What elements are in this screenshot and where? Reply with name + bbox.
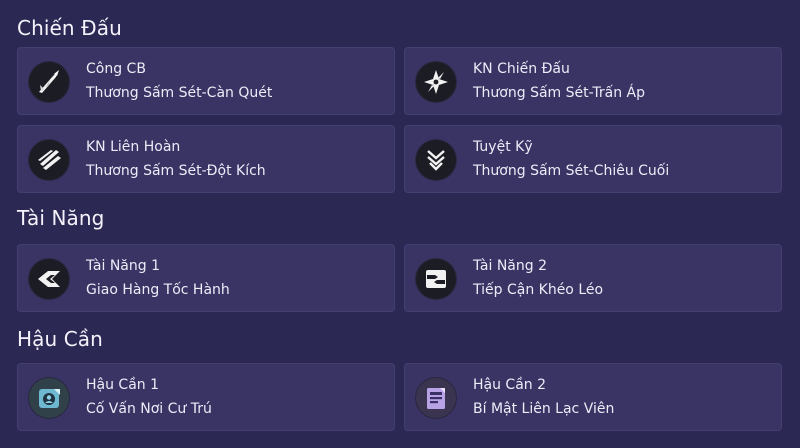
skill-card-basic-attack[interactable]: Công CB Thương Sấm Sét-Càn Quét (17, 47, 395, 115)
skill-type-label: Tuyệt Kỹ (473, 139, 533, 155)
skill-name: Thương Sấm Sét-Đột Kích (86, 163, 266, 179)
talent-label: Tài Năng 1 (86, 258, 161, 274)
skill-name: Thương Sấm Sét-Chiêu Cuối (473, 163, 670, 179)
section-title-logistics: Hậu Cần (17, 327, 103, 351)
logistics-card-1[interactable]: Hậu Cần 1 Cố Vấn Nơi Cư Trú (17, 363, 395, 431)
talent-label: Tài Năng 2 (473, 258, 548, 274)
skill-type-label: KN Liên Hoàn (86, 139, 181, 155)
logistics-label: Hậu Cần 1 (86, 377, 160, 393)
talent-card-1[interactable]: Tài Năng 1 Giao Hàng Tốc Hành (17, 244, 395, 312)
talent-name: Giao Hàng Tốc Hành (86, 282, 230, 298)
stacked-arrows-icon (416, 259, 456, 299)
logistics-name: Cố Vấn Nơi Cư Trú (86, 401, 212, 417)
skill-name: Thương Sấm Sét-Trấn Áp (473, 85, 645, 101)
skill-card-combo-skill[interactable]: KN Liên Hoàn Thương Sấm Sét-Đột Kích (17, 125, 395, 193)
talent-name: Tiếp Cận Khéo Léo (473, 282, 604, 298)
logistics-name: Bí Mật Liên Lạc Viên (473, 401, 615, 417)
spear-slash-icon (29, 62, 69, 102)
triple-slash-icon (29, 140, 69, 180)
express-arrow-icon (29, 259, 69, 299)
skill-type-label: KN Chiến Đấu (473, 61, 570, 77)
secret-document-icon (416, 378, 456, 418)
logistics-label: Hậu Cần 2 (473, 377, 547, 393)
skill-type-label: Công CB (86, 61, 146, 77)
section-title-talents: Tài Năng (17, 206, 105, 230)
section-title-combat: Chiến Đấu (17, 16, 122, 40)
chevron-stack-icon (416, 140, 456, 180)
advisor-badge-icon (29, 378, 69, 418)
logistics-card-2[interactable]: Hậu Cần 2 Bí Mật Liên Lạc Viên (404, 363, 782, 431)
shuriken-icon (416, 62, 456, 102)
skill-card-battle-skill[interactable]: KN Chiến Đấu Thương Sấm Sét-Trấn Áp (404, 47, 782, 115)
skill-name: Thương Sấm Sét-Càn Quét (86, 85, 273, 101)
skill-card-ultimate[interactable]: Tuyệt Kỹ Thương Sấm Sét-Chiêu Cuối (404, 125, 782, 193)
talent-card-2[interactable]: Tài Năng 2 Tiếp Cận Khéo Léo (404, 244, 782, 312)
